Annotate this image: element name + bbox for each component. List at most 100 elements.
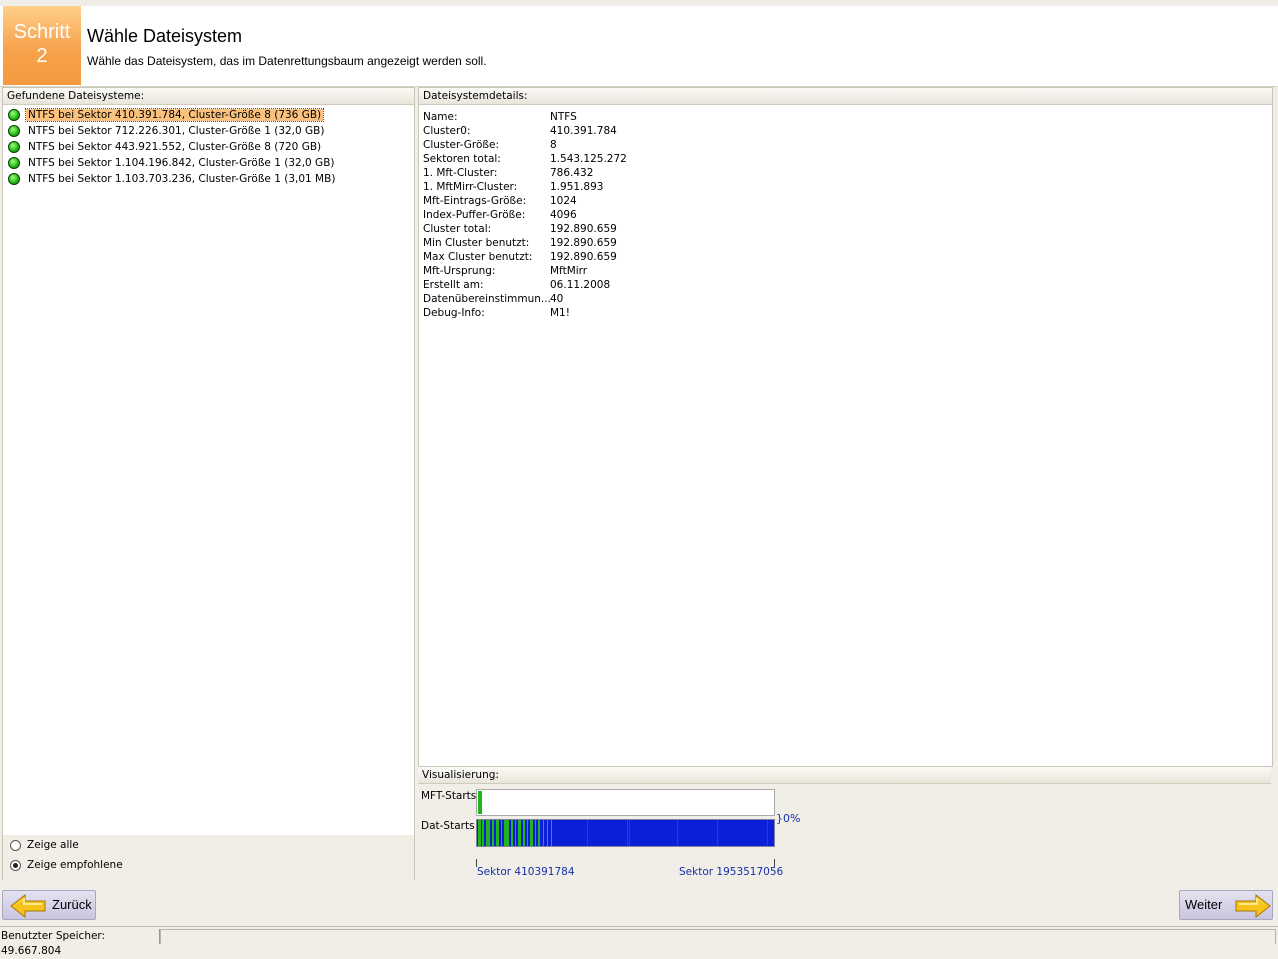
details-key: Mft-Eintrags-Größe: bbox=[423, 195, 527, 207]
show-all-radio[interactable]: Zeige alle bbox=[3, 835, 414, 855]
details-value: M1! bbox=[550, 307, 570, 319]
filesystem-list-item[interactable]: NTFS bei Sektor 1.104.196.842, Cluster-G… bbox=[3, 155, 414, 171]
details-row: Cluster-Größe: 8 bbox=[423, 138, 627, 152]
data-start-marker bbox=[478, 820, 481, 846]
page-subtitle: Wähle das Dateisystem, das im Datenrettu… bbox=[87, 54, 487, 68]
radio-button-icon[interactable] bbox=[10, 840, 21, 851]
dat-starts-label: Dat-Starts bbox=[421, 820, 475, 832]
details-key: Min Cluster benutzt: bbox=[423, 237, 530, 249]
data-start-marker bbox=[551, 820, 552, 846]
details-value: NTFS bbox=[550, 111, 577, 123]
status-bar-panel bbox=[160, 929, 1276, 944]
details-value: 786.432 bbox=[550, 167, 594, 179]
data-start-marker bbox=[530, 820, 533, 846]
details-row: Max Cluster benutzt: 192.890.659 bbox=[423, 250, 627, 264]
show-recommended-radio[interactable]: Zeige empfohlene bbox=[3, 855, 414, 875]
details-table: Name: NTFS Cluster0: 410.391.784 Cluster-Grö… bbox=[423, 110, 627, 320]
visualization-panel: Visualisierung: MFT-Starts Dat-Starts }0… bbox=[418, 767, 1273, 880]
details-value: MftMirr bbox=[550, 265, 588, 277]
filesystem-list-item[interactable]: NTFS bei Sektor 443.921.552, Cluster-Grö… bbox=[3, 139, 414, 155]
data-start-marker bbox=[587, 820, 588, 846]
details-row: Index-Puffer-Größe: 4096 bbox=[423, 208, 627, 222]
data-start-marker bbox=[482, 820, 484, 846]
details-row: Sektoren total: 1.543.125.272 bbox=[423, 152, 627, 166]
found-filesystems-panel: Gefundene Dateisysteme: NTFS bei Sektor … bbox=[2, 87, 415, 880]
step-badge: Schritt 2 bbox=[3, 6, 81, 85]
next-button[interactable]: Weiter bbox=[1179, 890, 1273, 920]
arrow-left-icon bbox=[10, 894, 46, 918]
details-key: Cluster-Größe: bbox=[423, 139, 500, 151]
back-button[interactable]: Zurück bbox=[2, 890, 96, 920]
data-start-marker bbox=[492, 820, 494, 846]
status-ok-icon bbox=[8, 109, 20, 121]
data-start-marker bbox=[527, 820, 528, 846]
details-row: Erstellt am: 06.11.2008 bbox=[423, 278, 627, 292]
data-start-marker bbox=[501, 820, 502, 846]
details-row: Mft-Ursprung: MftMirr bbox=[423, 264, 627, 278]
next-button-label: Weiter bbox=[1185, 897, 1223, 912]
radio-button-icon[interactable] bbox=[10, 860, 21, 871]
sector-end-label: Sektor 1953517056 bbox=[679, 866, 784, 878]
back-button-label: Zurück bbox=[52, 897, 92, 912]
found-filesystems-title: Gefundene Dateisysteme: bbox=[3, 88, 414, 105]
details-row: Debug-Info: M1! bbox=[423, 306, 627, 320]
filesystem-details-title: Dateisystemdetails: bbox=[419, 88, 1272, 105]
mft-starts-bar bbox=[476, 789, 775, 816]
data-start-marker bbox=[717, 820, 718, 846]
data-start-marker bbox=[543, 820, 544, 846]
details-value: 06.11.2008 bbox=[550, 279, 611, 291]
data-start-marker bbox=[518, 820, 521, 846]
details-row: Min Cluster benutzt: 192.890.659 bbox=[423, 236, 627, 250]
status-ok-icon bbox=[8, 141, 20, 153]
step-number: 2 bbox=[36, 45, 48, 67]
show-all-label: Zeige alle bbox=[27, 839, 79, 851]
details-key: Mft-Ursprung: bbox=[423, 265, 496, 277]
data-start-marker bbox=[538, 820, 540, 846]
mft-starts-label: MFT-Starts bbox=[421, 790, 477, 802]
details-value: 192.890.659 bbox=[550, 251, 617, 263]
status-ok-icon bbox=[8, 173, 20, 185]
step-word: Schritt bbox=[13, 21, 71, 43]
details-key: Sektoren total: bbox=[423, 153, 501, 165]
filesystem-list-item[interactable]: NTFS bei Sektor 410.391.784, Cluster-Grö… bbox=[3, 107, 414, 123]
details-value: 1024 bbox=[550, 195, 577, 207]
filesystem-item-label: NTFS bei Sektor 1.103.703.236, Cluster-G… bbox=[28, 173, 336, 185]
data-start-marker bbox=[515, 820, 516, 846]
visualization-title: Visualisierung: bbox=[418, 767, 1271, 784]
details-value: 410.391.784 bbox=[550, 125, 617, 137]
status-ok-icon bbox=[8, 157, 20, 169]
details-value: 40 bbox=[550, 293, 564, 305]
filesystem-list: NTFS bei Sektor 410.391.784, Cluster-Grö… bbox=[3, 107, 414, 187]
details-row: Name: NTFS bbox=[423, 110, 627, 124]
details-value: 4096 bbox=[550, 209, 577, 221]
details-key: Cluster total: bbox=[423, 223, 492, 235]
filesystem-list-item[interactable]: NTFS bei Sektor 1.103.703.236, Cluster-G… bbox=[3, 171, 414, 187]
details-value: 192.890.659 bbox=[550, 223, 617, 235]
status-ok-icon bbox=[8, 125, 20, 137]
details-row: Mft-Eintrags-Größe: 1024 bbox=[423, 194, 627, 208]
data-start-marker bbox=[677, 820, 678, 846]
show-recommended-label: Zeige empfohlene bbox=[27, 859, 123, 871]
percent-label: }0% bbox=[776, 812, 801, 825]
details-value: 192.890.659 bbox=[550, 237, 617, 249]
data-start-marker bbox=[486, 820, 490, 846]
details-key: Max Cluster benutzt: bbox=[423, 251, 533, 263]
filesystem-item-label: NTFS bei Sektor 1.104.196.842, Cluster-G… bbox=[28, 157, 335, 169]
memory-usage-status: Benutzter Speicher: 49.667.804 bbox=[0, 929, 160, 957]
filesystem-list-item[interactable]: NTFS bei Sektor 712.226.301, Cluster-Grö… bbox=[3, 123, 414, 139]
details-row: Cluster total: 192.890.659 bbox=[423, 222, 627, 236]
filesystem-details-panel: Dateisystemdetails: Name: NTFS Cluster0: 41… bbox=[418, 87, 1273, 767]
status-bar: Benutzter Speicher: 49.667.804 bbox=[0, 926, 1278, 957]
data-start-marker bbox=[535, 820, 536, 846]
data-start-marker bbox=[523, 820, 525, 846]
sector-start-label: Sektor 410391784 bbox=[477, 866, 575, 878]
data-start-marker bbox=[504, 820, 509, 846]
details-row: 1. MftMirr-Cluster: 1.951.893 bbox=[423, 180, 627, 194]
details-key: Datenübereinstimmun... bbox=[423, 293, 550, 305]
details-key: Cluster0: bbox=[423, 125, 471, 137]
wizard-header: Schritt 2 Wähle Dateisystem Wähle das Da… bbox=[0, 6, 1278, 87]
data-start-marker bbox=[629, 820, 630, 846]
dat-starts-bar bbox=[476, 819, 775, 847]
data-start-marker bbox=[627, 820, 628, 846]
data-start-marker bbox=[547, 820, 548, 846]
